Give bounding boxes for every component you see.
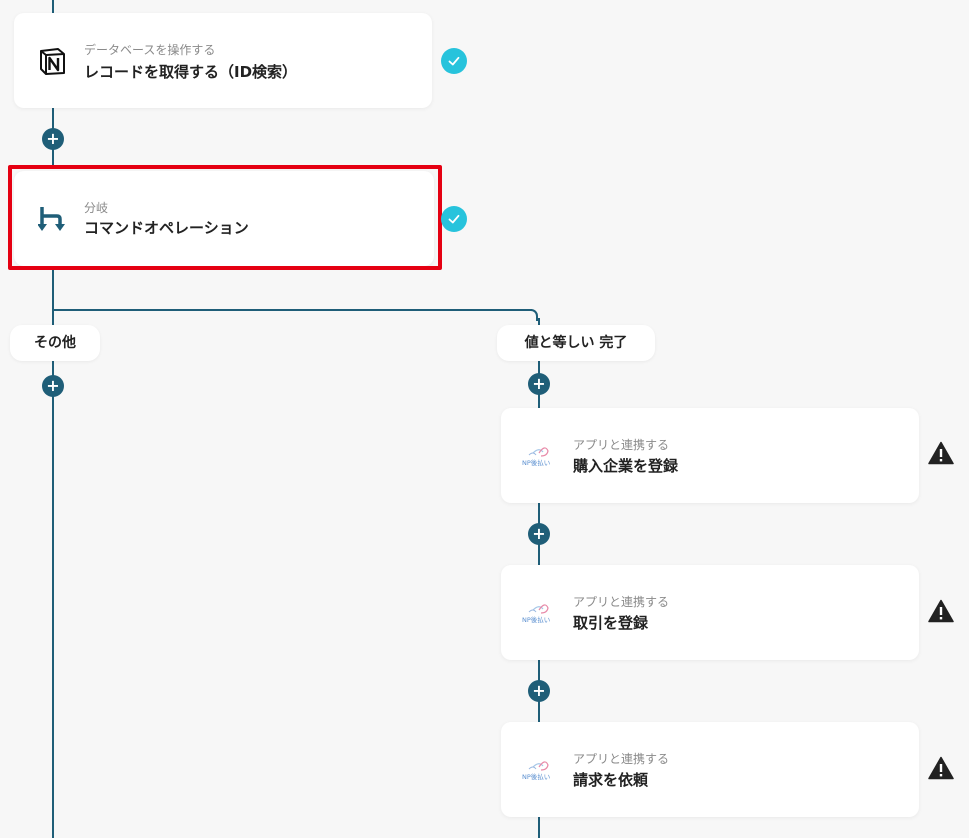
- warning-icon[interactable]: [928, 441, 954, 465]
- branch-label-other[interactable]: その他: [10, 325, 100, 361]
- svg-text:NP後払い: NP後払い: [522, 458, 550, 467]
- np-payment-icon: NP後払い: [521, 602, 557, 626]
- np-payment-icon: NP後払い: [521, 759, 557, 783]
- step-title: レコードを取得する（ID検索）: [84, 63, 298, 81]
- branch-corner: [530, 309, 538, 321]
- add-step-button-equal-branch[interactable]: +: [528, 373, 550, 395]
- selected-highlight-frame: [8, 165, 442, 270]
- step-title: 請求を依頼: [573, 771, 649, 789]
- svg-text:NP後払い: NP後払い: [522, 772, 550, 781]
- branch-horizontal-line: [52, 309, 532, 311]
- step-card-np-request-invoice[interactable]: NP後払い アプリと連携する 請求を依頼: [501, 722, 919, 817]
- branch-label-equal[interactable]: 値と等しい 完了: [497, 325, 655, 361]
- np-payment-icon: NP後払い: [521, 445, 557, 469]
- svg-text:NP後払い: NP後払い: [522, 615, 550, 624]
- notion-icon: [38, 47, 66, 75]
- step-title: 購入企業を登録: [573, 457, 679, 475]
- add-step-button[interactable]: +: [528, 680, 550, 702]
- check-icon: [441, 48, 467, 74]
- add-step-button-other-branch[interactable]: +: [42, 375, 64, 397]
- warning-icon[interactable]: [928, 599, 954, 623]
- step-subtitle: アプリと連携する: [573, 438, 670, 452]
- check-icon: [441, 206, 467, 232]
- step-subtitle: データベースを操作する: [84, 43, 216, 57]
- connector-line-main-top: [52, 0, 54, 14]
- step-title: 取引を登録: [573, 614, 649, 632]
- add-step-button[interactable]: +: [528, 523, 550, 545]
- step-card-np-register-transaction[interactable]: NP後払い アプリと連携する 取引を登録: [501, 565, 919, 660]
- step-card-np-register-company[interactable]: NP後払い アプリと連携する 購入企業を登録: [501, 408, 919, 503]
- step-subtitle: アプリと連携する: [573, 752, 670, 766]
- warning-icon[interactable]: [928, 756, 954, 780]
- step-card-notion[interactable]: データベースを操作する レコードを取得する（ID検索）: [14, 13, 432, 108]
- step-subtitle: アプリと連携する: [573, 595, 670, 609]
- add-step-button[interactable]: +: [42, 128, 64, 150]
